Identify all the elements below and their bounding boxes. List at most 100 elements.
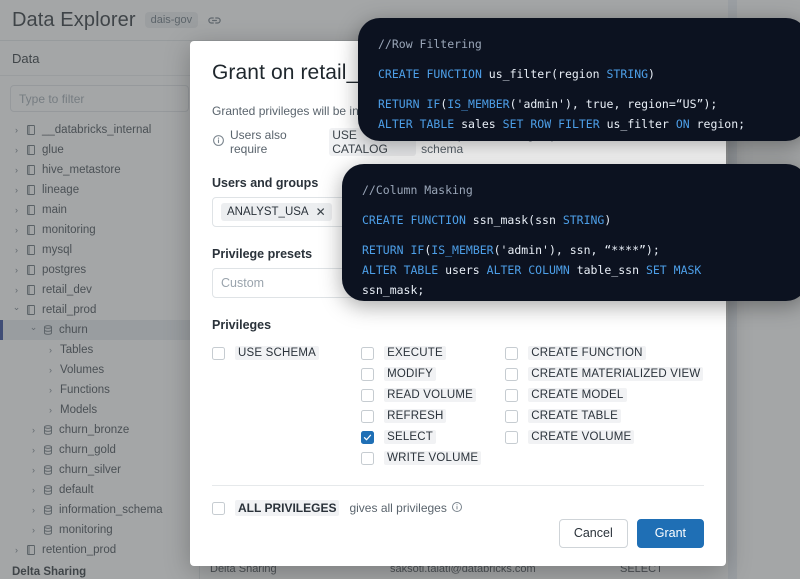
tree-item-churn-silver[interactable]: › churn_silver — [0, 460, 199, 480]
privilege-row-create-materialized-view[interactable]: CREATE MATERIALIZED VIEW — [505, 365, 704, 383]
privilege-row-read-volume[interactable]: READ VOLUME — [361, 386, 505, 404]
checkbox-read-volume[interactable] — [361, 388, 375, 402]
chevron-right-icon[interactable]: › — [27, 445, 40, 455]
tree-item-retail-dev[interactable]: › retail_dev — [0, 280, 199, 300]
tree-item-churn[interactable]: ⌄ churn — [0, 320, 199, 340]
privilege-row-select[interactable]: SELECT — [361, 428, 505, 446]
tree-item-churn-gold[interactable]: › churn_gold — [0, 440, 199, 460]
checkbox-modify[interactable] — [361, 367, 375, 381]
code-line: ALTER TABLE sales SET ROW FILTER us_filt… — [378, 117, 746, 131]
tree-item-monitoring[interactable]: › monitoring — [0, 520, 199, 540]
privilege-row-create-model[interactable]: CREATE MODEL — [505, 386, 704, 404]
chevron-right-icon[interactable]: › — [10, 545, 23, 555]
code-line: ALTER TABLE users ALTER COLUMN table_ssn… — [362, 263, 702, 277]
chevron-right-icon[interactable]: › — [27, 485, 40, 495]
chevron-right-icon[interactable]: › — [10, 125, 23, 135]
tree-item-hive-metastore[interactable]: › hive_metastore — [0, 160, 199, 180]
privilege-column-1: USE SCHEMA — [212, 344, 361, 467]
schema-icon — [40, 484, 56, 496]
privilege-row-use-schema[interactable]: USE SCHEMA — [212, 344, 361, 362]
tree-item-postgres[interactable]: › postgres — [0, 260, 199, 280]
checkbox-create-volume[interactable] — [505, 430, 519, 444]
chevron-right-icon[interactable]: › — [44, 365, 57, 375]
privilege-row-create-table[interactable]: CREATE TABLE — [505, 407, 704, 425]
grant-button[interactable]: Grant — [636, 518, 704, 548]
chevron-right-icon[interactable]: › — [27, 465, 40, 475]
tree-item-default[interactable]: › default — [0, 480, 199, 500]
tree-item-glue[interactable]: › glue — [0, 140, 199, 160]
privilege-row-modify[interactable]: MODIFY — [361, 365, 505, 383]
page-title: Data Explorer — [12, 8, 136, 31]
checkbox-create-model[interactable] — [505, 388, 519, 402]
tree-item-models[interactable]: › Models — [0, 400, 199, 420]
privilege-column-2: EXECUTE MODIFY READ VOLUME REFRESH SELECT WRI… — [361, 344, 505, 467]
catalog-icon — [23, 244, 39, 256]
checkbox-execute[interactable] — [361, 346, 375, 360]
chevron-right-icon[interactable]: › — [10, 205, 23, 215]
schema-icon — [40, 504, 56, 516]
checkbox-create-materialized-view[interactable] — [505, 367, 519, 381]
privilege-row-execute[interactable]: EXECUTE — [361, 344, 505, 362]
schema-icon — [40, 324, 56, 336]
chevron-right-icon[interactable]: › — [27, 505, 40, 515]
privilege-label: READ VOLUME — [384, 388, 477, 402]
privilege-row-create-function[interactable]: CREATE FUNCTION — [505, 344, 704, 362]
chevron-right-icon[interactable]: › — [10, 145, 23, 155]
checkbox-select[interactable] — [361, 430, 375, 444]
chevron-right-icon[interactable]: › — [10, 265, 23, 275]
sidebar: Data Type to filter › __databricks_intern… — [0, 41, 200, 579]
tree-item--databricks-internal[interactable]: › __databricks_internal — [0, 120, 199, 140]
tree-item-churn-bronze[interactable]: › churn_bronze — [0, 420, 199, 440]
checkbox-use-schema[interactable] — [212, 346, 225, 360]
tree-item-label: information_schema — [59, 504, 163, 516]
chevron-right-icon[interactable]: › — [44, 345, 57, 355]
tree-item-retention-prod[interactable]: › retention_prod — [0, 540, 199, 560]
chevron-down-icon[interactable]: ⌄ — [27, 322, 40, 338]
privilege-column-3: CREATE FUNCTION CREATE MATERIALIZED VIEW C… — [505, 344, 704, 467]
link-icon[interactable] — [207, 13, 222, 28]
chevron-right-icon[interactable]: › — [44, 405, 57, 415]
delta-sharing-section[interactable]: Delta Sharing — [0, 566, 199, 578]
sidebar-filter-input[interactable]: Type to filter — [10, 85, 189, 112]
chevron-right-icon[interactable]: › — [10, 245, 23, 255]
tree-item-lineage[interactable]: › lineage — [0, 180, 199, 200]
privilege-label: SELECT — [384, 430, 437, 444]
tree-item-main[interactable]: › main — [0, 200, 199, 220]
tree-item-label: churn_silver — [59, 464, 121, 476]
code-line: RETURN IF(IS_MEMBER('admin'), true, regi… — [378, 97, 718, 111]
cancel-button[interactable]: Cancel — [558, 518, 628, 548]
tree-item-label: postgres — [42, 264, 87, 276]
privilege-row-write-volume[interactable]: WRITE VOLUME — [361, 449, 505, 467]
tree-item-functions[interactable]: › Functions — [0, 380, 199, 400]
checkbox-create-table[interactable] — [505, 409, 519, 423]
tree-item-mysql[interactable]: › mysql — [0, 240, 199, 260]
chevron-right-icon[interactable]: › — [10, 285, 23, 295]
chevron-right-icon[interactable]: › — [27, 425, 40, 435]
catalog-icon — [23, 124, 39, 136]
catalog-icon — [23, 144, 39, 156]
chevron-right-icon[interactable]: › — [10, 165, 23, 175]
tree-item-retail-prod[interactable]: ⌄ retail_prod — [0, 300, 199, 320]
schema-icon — [40, 464, 56, 476]
tree-item-volumes[interactable]: › Volumes — [0, 360, 199, 380]
tree-item-information-schema[interactable]: › information_schema — [0, 500, 199, 520]
chevron-down-icon[interactable]: ⌄ — [10, 302, 23, 318]
privilege-row-create-volume[interactable]: CREATE VOLUME — [505, 428, 704, 446]
chevron-right-icon[interactable]: › — [10, 185, 23, 195]
privilege-label: CREATE TABLE — [528, 409, 621, 423]
privilege-row-refresh[interactable]: REFRESH — [361, 407, 505, 425]
user-chip[interactable]: ANALYST_USA ✕ — [221, 203, 332, 221]
code-card-row-filtering: //Row Filtering CREATE FUNCTION us_filter… — [358, 18, 800, 141]
code-comment: //Row Filtering — [378, 37, 482, 51]
catalog-icon — [23, 184, 39, 196]
tree-item-monitoring[interactable]: › monitoring — [0, 220, 199, 240]
chevron-right-icon[interactable]: › — [44, 385, 57, 395]
tree-item-tables[interactable]: › Tables — [0, 340, 199, 360]
chevron-right-icon[interactable]: › — [10, 225, 23, 235]
checkbox-write-volume[interactable] — [361, 451, 375, 465]
checkbox-refresh[interactable] — [361, 409, 375, 423]
checkbox-create-function[interactable] — [505, 346, 519, 360]
chevron-right-icon[interactable]: › — [27, 525, 40, 535]
code-line: CREATE FUNCTION us_filter(region STRING) — [378, 67, 655, 81]
close-icon[interactable]: ✕ — [316, 205, 326, 219]
